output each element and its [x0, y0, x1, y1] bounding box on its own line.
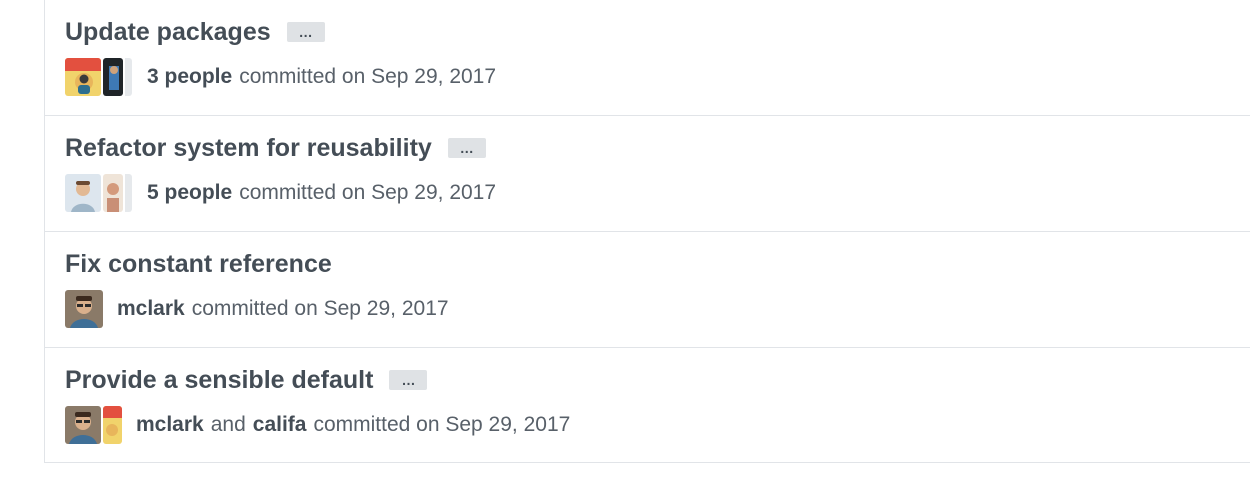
commit-item: Refactor system for reusability … 5 peop…	[45, 116, 1250, 232]
avatar[interactable]	[65, 174, 101, 212]
avatar[interactable]	[65, 406, 101, 444]
commit-item: Fix constant reference mclark committed …	[45, 232, 1250, 348]
and-text: and	[210, 413, 246, 436]
expand-commit-message-button[interactable]: …	[286, 22, 325, 42]
expand-commit-message-button[interactable]: …	[447, 138, 486, 158]
commit-title-row: Update packages …	[65, 17, 325, 47]
avatar[interactable]	[65, 290, 103, 328]
avatar-stack[interactable]	[65, 406, 122, 444]
commit-title-row: Refactor system for reusability …	[65, 133, 486, 163]
commit-title-row: Fix constant reference	[65, 249, 332, 279]
author-link[interactable]: mclark	[117, 297, 185, 321]
commit-item: Update packages … 3 people committed on …	[45, 0, 1250, 116]
commit-meta: 3 people committed on Sep 29, 2017	[65, 58, 496, 96]
commit-date-text: committed on Sep 29, 2017	[239, 181, 497, 204]
commit-date-text: committed on Sep 29, 2017	[239, 65, 497, 88]
commit-item: Provide a sensible default … mclark and …	[45, 348, 1250, 464]
author-link[interactable]: mclark	[136, 413, 204, 437]
avatar-stack[interactable]	[65, 290, 103, 328]
commit-title-row: Provide a sensible default …	[65, 365, 428, 395]
commit-meta: 5 people committed on Sep 29, 2017	[65, 174, 496, 212]
authors-link[interactable]: 5 people	[147, 181, 232, 205]
commit-title-link[interactable]: Provide a sensible default	[65, 366, 373, 395]
commit-list: Update packages … 3 people committed on …	[44, 0, 1250, 463]
expand-commit-message-button[interactable]: …	[389, 370, 428, 390]
commit-meta: mclark committed on Sep 29, 2017	[65, 290, 449, 328]
commit-title-link[interactable]: Update packages	[65, 18, 271, 47]
commit-date-text: committed on Sep 29, 2017	[313, 413, 571, 436]
avatar-stack[interactable]	[65, 174, 133, 212]
avatar[interactable]	[103, 174, 123, 212]
avatar-overflow-indicator	[123, 174, 132, 212]
commit-date-text: committed on Sep 29, 2017	[191, 297, 449, 320]
commit-title-link[interactable]: Refactor system for reusability	[65, 134, 432, 163]
avatar-stack[interactable]	[65, 58, 133, 96]
authors-link[interactable]: 3 people	[147, 65, 232, 89]
commit-title-link[interactable]: Fix constant reference	[65, 250, 332, 279]
avatar[interactable]	[103, 58, 123, 96]
avatar[interactable]	[65, 58, 101, 96]
avatar[interactable]	[103, 406, 122, 444]
avatar-overflow-indicator	[123, 58, 132, 96]
commit-meta: mclark and califa committed on Sep 29, 2…	[65, 406, 570, 444]
author-link[interactable]: califa	[253, 413, 307, 437]
